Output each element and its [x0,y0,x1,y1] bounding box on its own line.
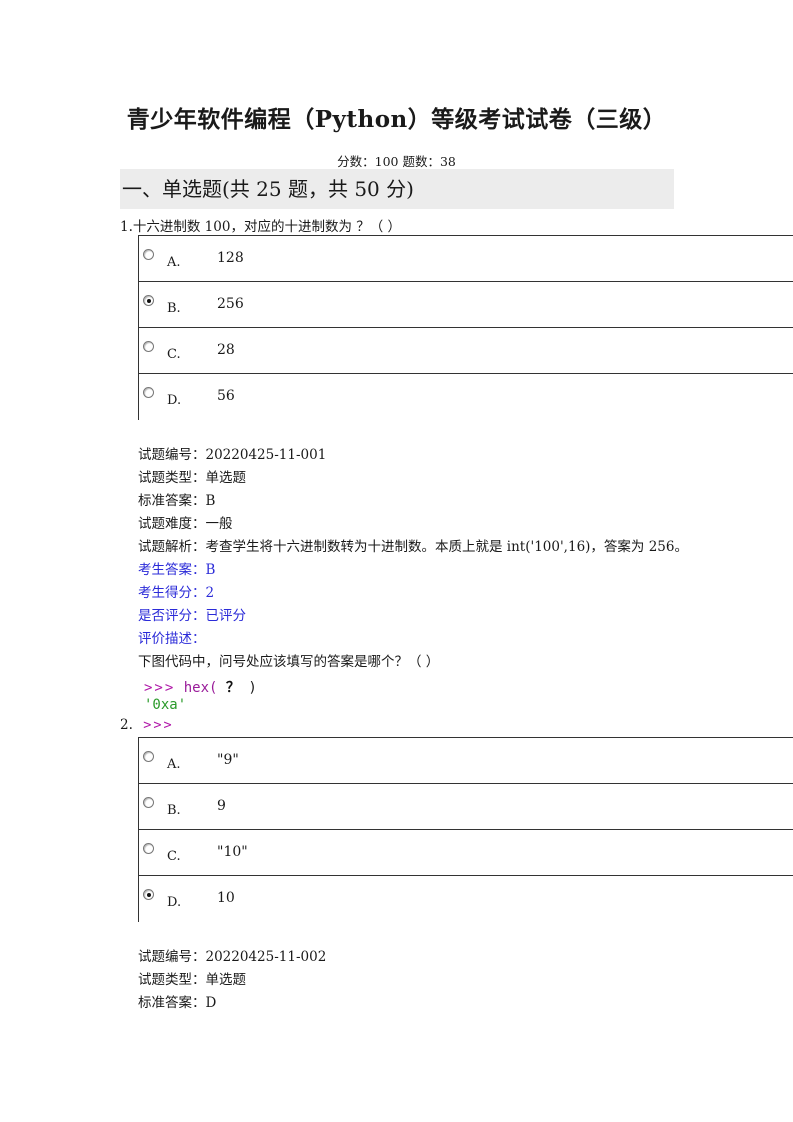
question-1-stem: 1.十六进制数 100，对应的十进制数为 ？（ ） [120,215,401,235]
radio-icon[interactable] [143,387,154,398]
option-text: "9" [217,752,239,768]
question-1-type: 试题类型：单选题 [138,470,246,486]
option-letter: A. [167,757,181,772]
question-2-answer: 标准答案：D [138,995,217,1011]
code-function: hex( [183,680,218,696]
question-2-option-c[interactable]: C. "10" [139,830,793,876]
question-1-option-b[interactable]: B. 256 [139,282,793,328]
section-heading: 一、单选题(共 25 题，共 50 分) [120,169,674,209]
code-question-mark: ？ [225,680,240,696]
option-letter: C. [167,347,181,362]
code-prompt: >>> [143,717,174,733]
exam-title: 青少年软件编程（Python）等级考试试卷（三级） [126,106,667,133]
option-text: 9 [217,798,226,814]
question-2-option-d[interactable]: D. 10 [139,876,793,922]
option-text: "10" [217,844,248,860]
question-2-stem: 下图代码中，问号处应该填写的答案是哪个？（ ） [138,654,440,670]
option-letter: B. [167,803,181,818]
question-1-explanation: 试题解析：考查学生将十六进制数转为十进制数。本质上就是 int('100',16… [138,539,688,555]
radio-icon[interactable] [143,341,154,352]
radio-checked-icon[interactable] [143,295,154,306]
question-2-type: 试题类型：单选题 [138,972,246,988]
code-line-output: '0xa' [144,697,186,713]
question-2-line: 2. >>> [120,717,174,733]
option-text: 56 [217,388,235,404]
option-letter: D. [167,393,182,408]
student-score: 考生得分：2 [138,585,215,601]
code-close-paren: ) [248,680,257,696]
question-2-option-a[interactable]: A. "9" [139,738,793,784]
option-letter: D. [167,895,182,910]
question-1-id: 试题编号：20220425-11-001 [138,447,327,463]
code-output: '0xa' [144,697,187,713]
evaluation-label: 评价描述： [138,631,206,647]
radio-checked-icon[interactable] [143,889,154,900]
exam-meta: 分数：100 题数：38 [337,154,456,169]
radio-icon[interactable] [143,751,154,762]
question-1-difficulty: 试题难度：一般 [138,516,233,532]
student-answer: 考生答案：B [138,562,216,578]
question-1-text: 十六进制数 100，对应的十进制数为 ？（ ） [132,219,402,235]
question-2-number: 2. [120,717,133,733]
option-letter: C. [167,849,181,864]
question-1-options: A. 128 B. 256 C. 28 D. 56 [138,235,793,420]
option-text: 28 [217,342,235,358]
question-1-number: 1. [120,219,133,235]
option-text: 128 [217,250,244,266]
option-letter: B. [167,301,181,316]
question-1-option-a[interactable]: A. 128 [139,236,793,282]
option-letter: A. [167,255,181,270]
question-1-option-c[interactable]: C. 28 [139,328,793,374]
code-line-input: >>> hex( ？ ) [144,677,257,697]
grading-status: 是否评分：已评分 [138,608,246,624]
radio-icon[interactable] [143,797,154,808]
question-2-options: A. "9" B. 9 C. "10" D. 10 [138,737,793,922]
radio-icon[interactable] [143,843,154,854]
radio-icon[interactable] [143,249,154,260]
code-prompt: >>> [144,680,176,696]
option-text: 256 [217,296,244,312]
question-2-id: 试题编号：20220425-11-002 [138,949,327,965]
question-2-option-b[interactable]: B. 9 [139,784,793,830]
question-1-answer: 标准答案：B [138,493,216,509]
option-text: 10 [217,890,235,906]
question-1-option-d[interactable]: D. 56 [139,374,793,420]
